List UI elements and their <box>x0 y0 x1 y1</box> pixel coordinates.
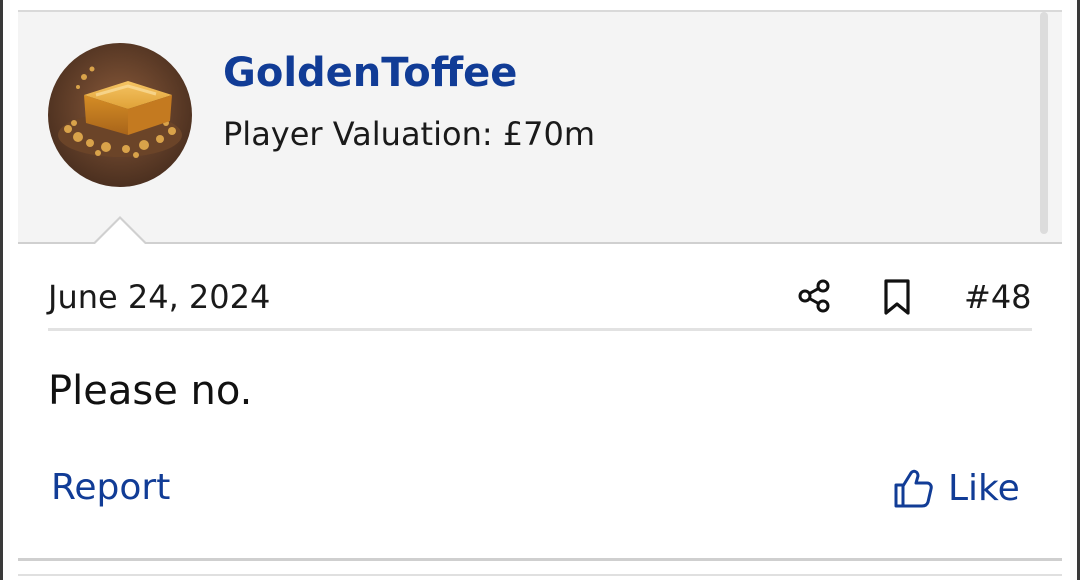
user-block-pointer-fill <box>94 219 146 245</box>
forum-post: GoldenToffee Player Valuation: £70m June… <box>18 10 1062 561</box>
like-label: Like <box>948 467 1020 509</box>
thumbs-up-icon <box>892 467 934 509</box>
scrollbar-thumb[interactable] <box>1040 12 1048 234</box>
window-frame-left <box>0 0 3 580</box>
post-message: Please no. <box>48 368 253 414</box>
post-meta-row: June 24, 2024 #48 <box>48 264 1032 331</box>
like-button[interactable]: Like <box>892 467 1020 509</box>
next-post-edge <box>18 574 1062 582</box>
avatar[interactable] <box>48 43 192 187</box>
report-link[interactable]: Report <box>51 467 170 508</box>
post-date[interactable]: June 24, 2024 <box>48 278 270 316</box>
player-valuation: Player Valuation: £70m <box>223 115 596 153</box>
bookmark-icon[interactable] <box>880 278 914 316</box>
toffee-avatar-image <box>48 43 192 187</box>
username-link[interactable]: GoldenToffee <box>223 50 517 96</box>
share-icon[interactable] <box>796 278 832 314</box>
post-user-block: GoldenToffee Player Valuation: £70m <box>18 12 1062 244</box>
post-number-link[interactable]: #48 <box>964 278 1032 316</box>
